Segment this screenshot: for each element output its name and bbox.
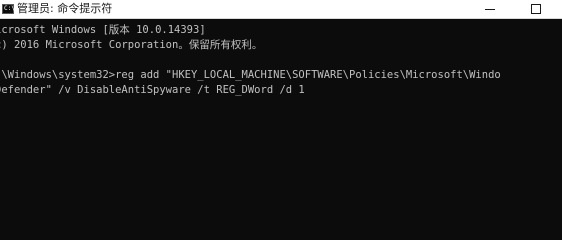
console-line-version: icrosoft Windows [版本 10.0.14393] bbox=[0, 24, 206, 36]
maximize-icon bbox=[531, 4, 541, 14]
maximize-button[interactable] bbox=[513, 0, 559, 18]
console-line-command: :\Windows\system32>reg add "HKEY_LOCAL_M… bbox=[0, 69, 501, 81]
command-prompt-window: C:\ 管理员: 命令提示符 icrosoft Windows [版本 10.0… bbox=[0, 0, 562, 212]
minimize-button[interactable] bbox=[467, 0, 513, 18]
console-output[interactable]: icrosoft Windows [版本 10.0.14393] c) 2016… bbox=[0, 19, 562, 212]
cmd-icon-glyph: C:\ bbox=[4, 5, 15, 12]
minimize-icon bbox=[485, 9, 495, 10]
title-bar[interactable]: C:\ 管理员: 命令提示符 bbox=[0, 0, 562, 19]
window-title: 管理员: 命令提示符 bbox=[17, 2, 113, 15]
console-line-copyright: c) 2016 Microsoft Corporation。保留所有权利。 bbox=[0, 39, 263, 51]
cmd-icon: C:\ bbox=[2, 4, 15, 14]
console-line-command-continued: Defender" /v DisableAntiSpyware /t REG_D… bbox=[0, 84, 305, 96]
